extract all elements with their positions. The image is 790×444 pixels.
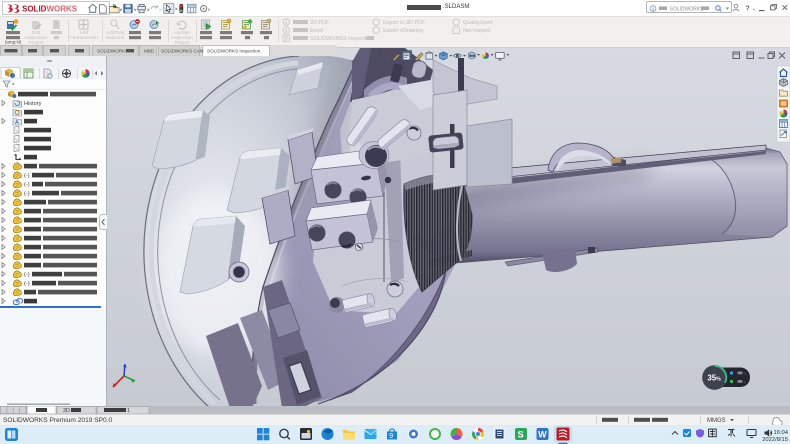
svg-text:MBD: MBD: [144, 48, 155, 53]
svg-text:?: ?: [746, 6, 750, 13]
svg-text:Characteristic: Characteristic: [69, 35, 99, 41]
svg-text:W: W: [538, 430, 547, 440]
svg-text:Export eDrawing: Export eDrawing: [383, 28, 423, 34]
svg-text:MMGS: MMGS: [707, 418, 726, 424]
svg-text:SOLIDWORKS Inspection: SOLIDWORKS Inspection: [310, 36, 373, 42]
svg-text:(-): (-): [24, 182, 30, 188]
svg-text:A: A: [15, 120, 19, 126]
svg-text:9: 9: [389, 433, 393, 440]
svg-text:Balloons: Balloons: [106, 35, 125, 41]
svg-text:(-): (-): [24, 281, 30, 287]
svg-text:(-): (-): [24, 272, 30, 278]
svg-text:(-): (-): [24, 191, 30, 197]
svg-text:(amp;N): (amp;N): [5, 40, 22, 45]
svg-text:Net-Inspect: Net-Inspect: [463, 28, 491, 34]
svg-text:Export to 3D PDF: Export to 3D PDF: [383, 20, 426, 26]
svg-text:SOLIDWORKS CAM: SOLIDWORKS CAM: [161, 48, 204, 53]
svg-text:16:04: 16:04: [773, 430, 788, 436]
svg-text:(-): (-): [24, 173, 30, 179]
svg-text:SOLIDWORKS: SOLIDWORKS: [670, 6, 705, 12]
svg-text:Excel: Excel: [310, 28, 323, 34]
svg-text:History: History: [24, 101, 42, 107]
svg-text:SOLIDWORKS: SOLIDWORKS: [97, 48, 128, 53]
svg-text:SOLIDWORKS: SOLIDWORKS: [22, 5, 78, 14]
svg-text:2D PDF: 2D PDF: [310, 20, 330, 26]
svg-text:S: S: [518, 430, 524, 440]
svg-text:SOLIDWORKS Inspection: SOLIDWORKS Inspection: [207, 48, 261, 53]
svg-text:QualityXpert: QualityXpert: [463, 20, 493, 26]
svg-text:2022/8/15: 2022/8/15: [762, 437, 788, 443]
